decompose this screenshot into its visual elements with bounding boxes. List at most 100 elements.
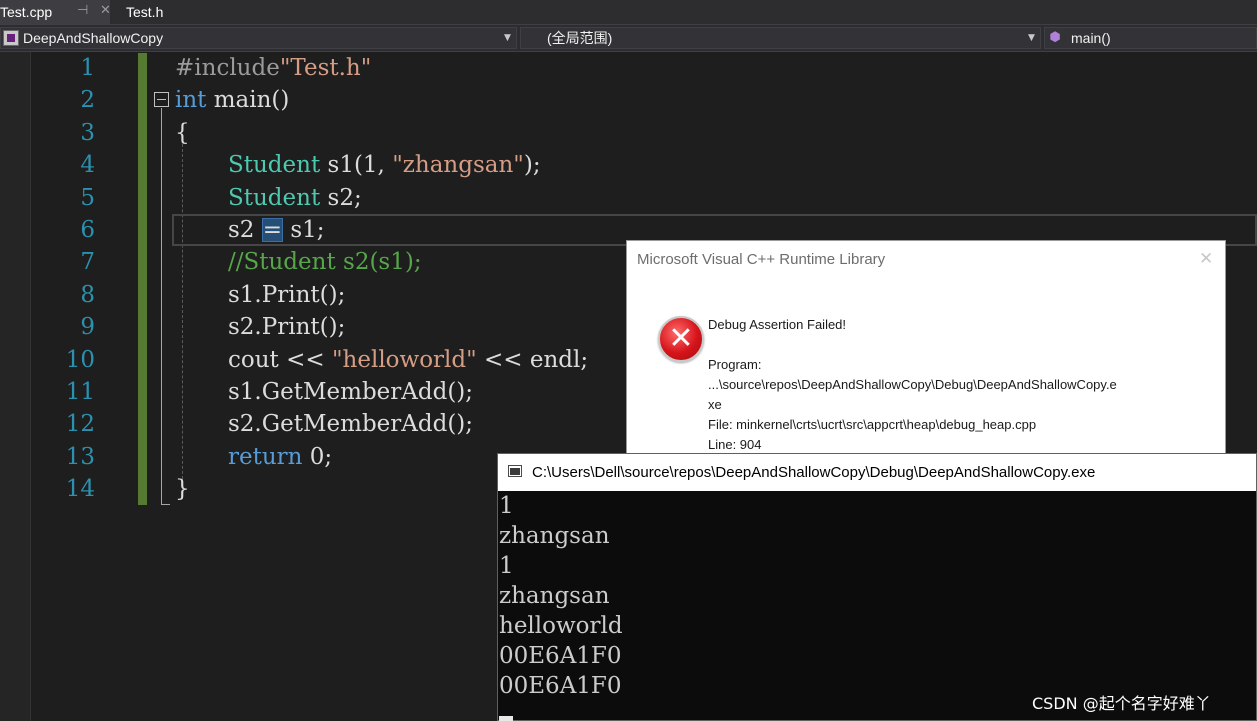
- code-line[interactable]: s2 = s1;: [228, 214, 325, 246]
- console-cursor: [499, 716, 513, 721]
- console-window[interactable]: C:\Users\Dell\source\repos\DeepAndShallo…: [497, 453, 1257, 721]
- dialog-heading: Debug Assertion Failed!: [708, 317, 847, 332]
- console-output-line: 00E6A1F0: [499, 643, 622, 669]
- code-line[interactable]: cout << "helloworld" << endl;: [228, 344, 588, 376]
- highlighted-operator: =: [261, 217, 284, 243]
- chevron-down-icon: ▼: [504, 33, 511, 43]
- line-number: Line: 904: [708, 437, 762, 452]
- close-icon[interactable]: ✕: [1199, 249, 1213, 269]
- indent-guide: [182, 144, 183, 489]
- program-label: Program:: [708, 357, 762, 372]
- error-x-glyph: ✕: [668, 321, 694, 356]
- scope-name: (全局范围): [547, 30, 613, 46]
- tab-label: Test.cpp: [0, 4, 53, 20]
- collapse-icon[interactable]: [154, 92, 169, 107]
- line-number: 1: [80, 55, 95, 81]
- pin-icon[interactable]: ⊣: [77, 0, 88, 24]
- code-token: );: [523, 152, 541, 179]
- change-tracking-bar: [138, 53, 147, 505]
- member-dropdown[interactable]: ⬢ main(): [1044, 27, 1257, 49]
- navigation-bar: DeepAndShallowCopy ▼ (全局范围) ▼ ⬢ main(): [0, 24, 1257, 52]
- code-line[interactable]: Student s1(1, "zhangsan");: [228, 149, 541, 181]
- code-line[interactable]: s1.Print();: [228, 279, 345, 311]
- line-number: 14: [65, 476, 95, 503]
- line-number: 2: [80, 87, 95, 114]
- code-token: int: [175, 87, 207, 114]
- code-token: Student: [228, 152, 321, 179]
- code-token: "Test.h": [279, 55, 372, 81]
- code-token: //Student s2(s1);: [228, 249, 422, 276]
- project-dropdown[interactable]: DeepAndShallowCopy ▼: [0, 27, 517, 49]
- method-cube-icon: ⬢: [1049, 30, 1061, 45]
- code-token: s1;: [283, 217, 325, 243]
- line-number: 10: [65, 346, 95, 373]
- code-line[interactable]: s1.GetMemberAdd();: [228, 376, 473, 408]
- tab-test-h[interactable]: Test.h: [126, 0, 186, 24]
- debug-assertion-dialog: Microsoft Visual C++ Runtime Library ✕ ✕…: [626, 240, 1226, 480]
- console-output-line: zhangsan: [499, 583, 610, 609]
- code-token: "zhangsan": [392, 152, 524, 179]
- line-number: 5: [80, 184, 95, 211]
- code-line[interactable]: {: [175, 117, 190, 149]
- code-line[interactable]: return 0;: [228, 441, 332, 473]
- code-token: s2.GetMemberAdd();: [228, 411, 474, 438]
- chevron-down-icon: ▼: [1028, 33, 1035, 43]
- code-line[interactable]: #include"Test.h": [175, 52, 371, 84]
- code-token: {: [175, 119, 190, 146]
- tab-label: Test.h: [126, 4, 164, 20]
- code-line[interactable]: s2.GetMemberAdd();: [228, 408, 473, 440]
- line-number: 4: [80, 152, 95, 179]
- scope-dropdown[interactable]: (全局范围) ▼: [520, 27, 1041, 49]
- code-token: main(): [206, 87, 290, 114]
- watermark: CSDN @起个名字好难丫: [1032, 694, 1211, 713]
- line-number: 8: [80, 281, 95, 308]
- line-number: 13: [65, 443, 95, 470]
- file-path: File: minkernel\crts\ucrt\src\appcrt\hea…: [708, 417, 1037, 432]
- line-number: 11: [65, 379, 95, 405]
- code-token: s1.GetMemberAdd();: [228, 379, 474, 405]
- dialog-title: Microsoft Visual C++ Runtime Library: [637, 251, 886, 268]
- console-title-bar[interactable]: C:\Users\Dell\source\repos\DeepAndShallo…: [498, 454, 1256, 491]
- code-line[interactable]: s2.Print();: [228, 311, 345, 343]
- console-output-line: 1: [499, 553, 514, 579]
- line-number: 9: [80, 314, 95, 341]
- code-token: #include: [175, 55, 280, 81]
- line-number: 12: [65, 411, 95, 438]
- program-path: ...\source\repos\DeepAndShallowCopy\Debu…: [708, 377, 1117, 392]
- code-token: s2.Print();: [228, 314, 346, 341]
- code-line[interactable]: //Student s2(s1);: [228, 246, 422, 278]
- code-token: s2: [228, 217, 262, 243]
- error-icon: ✕: [658, 316, 704, 362]
- console-output-line: zhangsan: [499, 523, 610, 549]
- code-token: }: [175, 476, 190, 503]
- code-token: s1(1,: [320, 152, 393, 179]
- code-token: s1.Print();: [228, 281, 346, 308]
- code-token: "helloworld": [331, 346, 477, 373]
- editor-margin: [0, 52, 31, 721]
- console-output-line: 00E6A1F0: [499, 673, 622, 699]
- document-tab-bar: Test.cpp ⊣ ✕ Test.h: [0, 0, 1257, 24]
- console-output-line: 1: [499, 493, 514, 519]
- program-path-cont: xe: [708, 397, 722, 412]
- code-token: return: [228, 443, 303, 470]
- close-tab-icon[interactable]: ✕: [100, 0, 111, 24]
- line-number: 3: [80, 119, 95, 146]
- project-icon: [3, 30, 19, 46]
- project-name: DeepAndShallowCopy: [23, 30, 164, 46]
- code-token: s2;: [320, 184, 362, 211]
- console-app-icon: [508, 465, 522, 477]
- member-name: main(): [1071, 30, 1111, 46]
- console-title: C:\Users\Dell\source\repos\DeepAndShallo…: [532, 464, 1096, 481]
- line-number: 6: [80, 217, 95, 243]
- code-line[interactable]: int main(): [175, 84, 289, 116]
- code-token: Student: [228, 184, 321, 211]
- tab-test-cpp[interactable]: Test.cpp: [0, 0, 110, 24]
- code-token: 0;: [302, 443, 333, 470]
- line-number: 7: [80, 249, 95, 276]
- code-token: << endl;: [476, 346, 589, 373]
- console-output-line: helloworld: [499, 613, 623, 639]
- code-line[interactable]: Student s2;: [228, 182, 362, 214]
- fold-guide-end: [161, 504, 170, 505]
- code-token: cout <<: [228, 346, 332, 373]
- code-line[interactable]: }: [175, 473, 190, 505]
